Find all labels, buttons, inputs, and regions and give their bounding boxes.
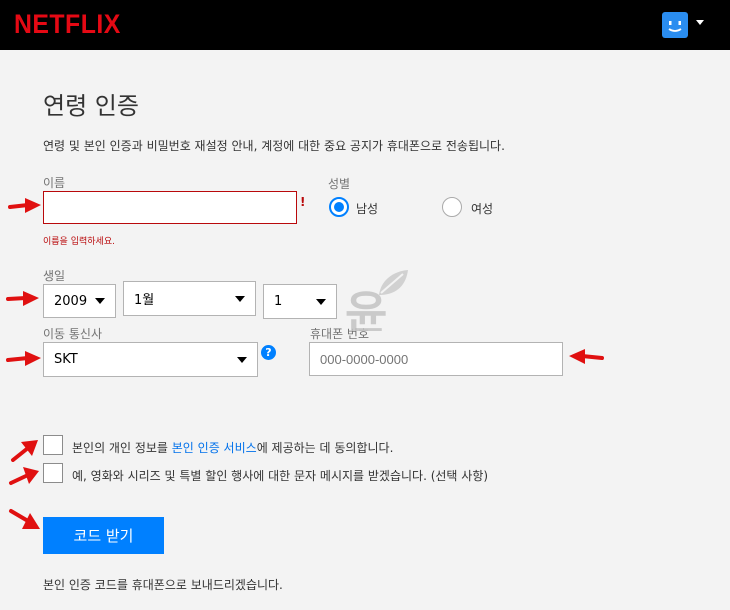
identity-service-link[interactable]: 본인 인증 서비스 xyxy=(172,441,257,455)
carrier-value: SKT xyxy=(54,352,78,367)
sms-marketing-checkbox[interactable] xyxy=(43,463,63,483)
birth-month-select[interactable]: 1월 xyxy=(123,281,256,316)
chevron-down-icon xyxy=(235,295,245,302)
arrow-right-icon xyxy=(9,509,40,529)
gender-female-radio[interactable] xyxy=(442,197,462,217)
chevron-down-icon xyxy=(237,356,247,363)
arrow-left-icon xyxy=(569,349,604,364)
smiley-avatar-icon[interactable] xyxy=(662,12,688,38)
privacy-consent-text-after: 에 제공하는 데 동의합니다. xyxy=(256,441,394,455)
name-error-message: 이름을 입력하세요. xyxy=(43,237,115,247)
page-description: 연령 및 본인 인증과 비밀번호 재설정 안내, 계정에 대한 중요 공지가 휴… xyxy=(43,139,505,153)
page-title: 연령 인증 xyxy=(43,92,139,120)
carrier-label: 이동 통신사 xyxy=(43,327,103,341)
phone-input[interactable] xyxy=(309,342,563,376)
privacy-consent-label: 본인의 개인 정보를 본인 인증 서비스에 제공하는 데 동의합니다. xyxy=(72,439,393,456)
caret-down-icon[interactable] xyxy=(696,20,704,25)
privacy-consent-text-before: 본인의 개인 정보를 xyxy=(72,441,172,455)
sms-marketing-label: 예, 영화와 시리즈 및 특별 할인 행사에 대한 문자 메시지를 받겠습니다.… xyxy=(72,469,489,483)
name-error-mark: ! xyxy=(300,195,306,209)
birthday-label: 생일 xyxy=(43,269,66,283)
top-bar: NETFLIX xyxy=(0,0,730,50)
name-input[interactable] xyxy=(43,191,297,224)
arrow-right-icon xyxy=(8,198,41,213)
birth-year-select[interactable]: 2009 xyxy=(43,284,116,318)
chevron-down-icon xyxy=(95,298,105,304)
birth-year-value: 2009 xyxy=(54,293,88,309)
arrow-right-icon xyxy=(6,351,41,366)
chevron-down-icon xyxy=(316,298,326,305)
watermark-text: 윤 xyxy=(345,286,387,331)
gender-label: 성별 xyxy=(328,177,351,191)
gender-female-label[interactable]: 여성 xyxy=(471,200,493,217)
privacy-consent-checkbox[interactable] xyxy=(43,435,63,455)
birth-day-value: 1 xyxy=(274,294,283,309)
carrier-select[interactable]: SKT xyxy=(43,342,258,377)
birth-day-select[interactable]: 1 xyxy=(263,284,337,319)
gender-male-radio[interactable] xyxy=(329,197,349,217)
gender-male-label[interactable]: 남성 xyxy=(356,200,378,217)
arrow-right-icon xyxy=(6,291,39,306)
help-icon[interactable]: ? xyxy=(261,345,276,360)
birth-month-value: 1월 xyxy=(134,293,155,308)
watermark: 윤 xyxy=(345,265,411,340)
arrow-right-icon xyxy=(9,467,39,485)
arrow-right-icon xyxy=(11,440,38,462)
name-label: 이름 xyxy=(43,176,66,190)
footer-note: 본인 인증 코드를 휴대폰으로 보내드리겠습니다. xyxy=(43,578,283,592)
get-code-button[interactable]: 코드 받기 xyxy=(43,517,164,554)
netflix-logo[interactable]: NETFLIX xyxy=(14,9,121,40)
